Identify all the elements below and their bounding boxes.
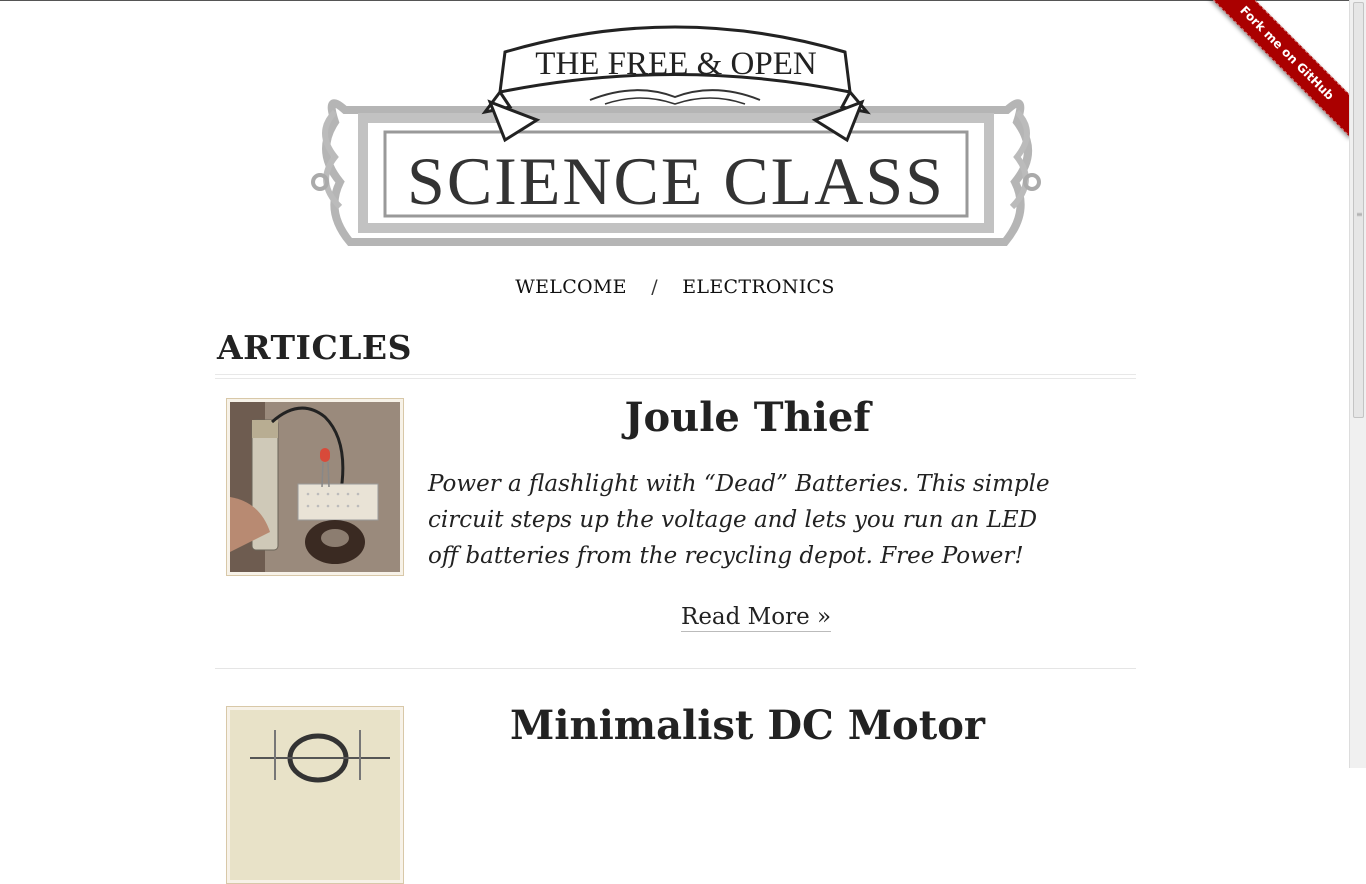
main-nav: WELCOME / ELECTRONICS — [0, 276, 1350, 298]
fork-ribbon[interactable]: Fork me on GitHub — [1200, 0, 1350, 150]
page-scrollbar[interactable]: ≡ — [1349, 0, 1366, 768]
logo-graphic: THE FREE & OPEN SCIENCE CLASS — [311, 25, 1041, 246]
nav-welcome-link[interactable]: WELCOME — [515, 276, 627, 298]
read-more-link[interactable]: Read More » — [681, 604, 832, 632]
article-divider — [215, 668, 1136, 669]
article-title[interactable]: Minimalist DC Motor — [420, 702, 1075, 749]
dc-motor-photo — [230, 710, 400, 880]
window-top-border — [0, 0, 1366, 1]
fork-on-github-link[interactable]: Fork me on GitHub — [1202, 0, 1350, 138]
articles-heading: ARTICLES — [217, 328, 412, 367]
nav-separator: / — [651, 276, 658, 298]
joule-thief-thumbnail[interactable] — [226, 398, 404, 576]
logo-main-text: SCIENCE CLASS — [407, 143, 945, 219]
article-description: Power a flashlight with “Dead” Batteries… — [428, 471, 1050, 569]
article-title[interactable]: Joule Thief — [420, 394, 1075, 441]
minimalist-dc-motor-thumbnail[interactable] — [226, 706, 404, 884]
logo-banner-text: THE FREE & OPEN — [535, 46, 817, 82]
heading-divider — [215, 374, 1136, 379]
joule-thief-photo — [230, 402, 400, 572]
scrollbar-grip-icon: ≡ — [1356, 210, 1363, 219]
scrollbar-thumb[interactable]: ≡ — [1353, 2, 1364, 418]
nav-electronics-link[interactable]: ELECTRONICS — [682, 276, 834, 298]
site-logo[interactable]: THE FREE & OPEN SCIENCE CLASS — [305, 12, 1047, 257]
